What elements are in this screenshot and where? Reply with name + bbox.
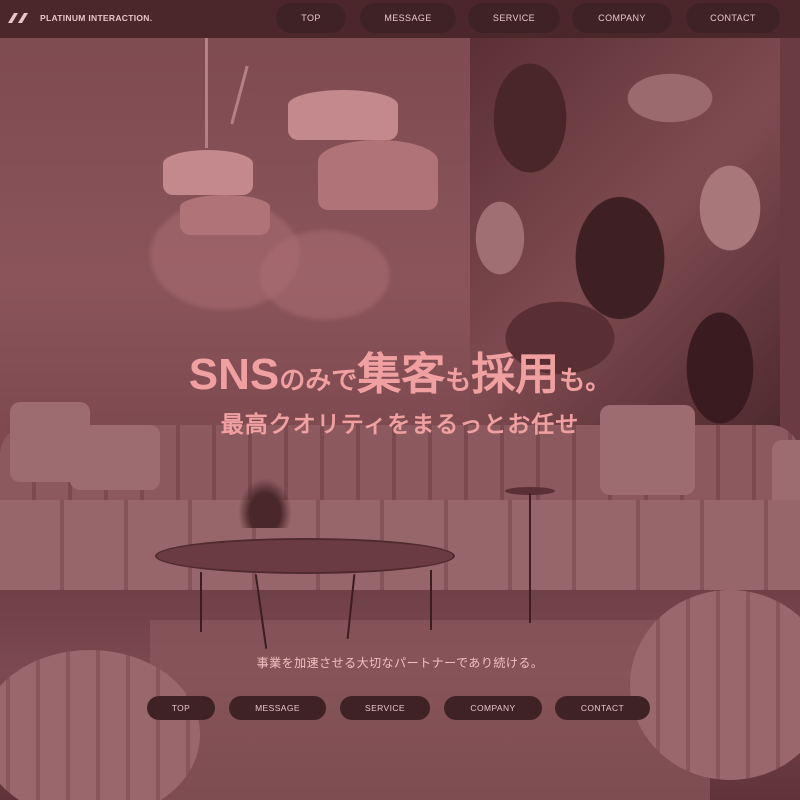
nav-company[interactable]: COMPANY (572, 3, 672, 33)
lamp-cord (205, 38, 208, 148)
pendant-lamp (318, 140, 438, 210)
headline-part: 集客 (357, 350, 446, 399)
brand-logo[interactable]: PLATINUM INTERACTION. (6, 12, 152, 24)
hero-subheadline: 最高クオリティをまるっとお任せ (220, 411, 580, 437)
slash-pair-icon (8, 13, 28, 23)
hero-headline: SNSのみで集客も採用も。 (0, 338, 800, 402)
headline-part: も (445, 365, 472, 395)
pendant-lamp (288, 90, 398, 140)
table-leg (430, 570, 432, 630)
footer-nav-service[interactable]: SERVICE (340, 696, 430, 720)
headline-part: のみで (279, 365, 358, 395)
headline-part: も。 (559, 365, 612, 395)
lamp-glow (260, 230, 390, 320)
footer-nav-contact[interactable]: CONTACT (555, 696, 650, 720)
coffee-table (155, 538, 455, 574)
lamp-cord (230, 65, 249, 125)
brand-name: PLATINUM INTERACTION. (40, 13, 153, 23)
nav-message[interactable]: MESSAGE (360, 3, 456, 33)
footer-nav-company[interactable]: COMPANY (444, 696, 542, 720)
headline-part: 採用 (471, 350, 560, 399)
headline-part: SNS (188, 350, 280, 399)
nav-service[interactable]: SERVICE (468, 3, 560, 33)
footer-nav-top[interactable]: TOP (147, 696, 215, 720)
hero-tagline: 事業を加速させる大切なパートナーであり続ける。 (256, 656, 544, 670)
table-leg (200, 572, 202, 632)
footer-nav-message[interactable]: MESSAGE (229, 696, 326, 720)
pendant-lamp (180, 195, 270, 235)
potted-plant (238, 478, 292, 528)
pendant-lamp (163, 150, 253, 195)
side-table-leg (529, 493, 531, 623)
nav-contact[interactable]: CONTACT (686, 3, 780, 33)
nav-top[interactable]: TOP (276, 3, 346, 33)
